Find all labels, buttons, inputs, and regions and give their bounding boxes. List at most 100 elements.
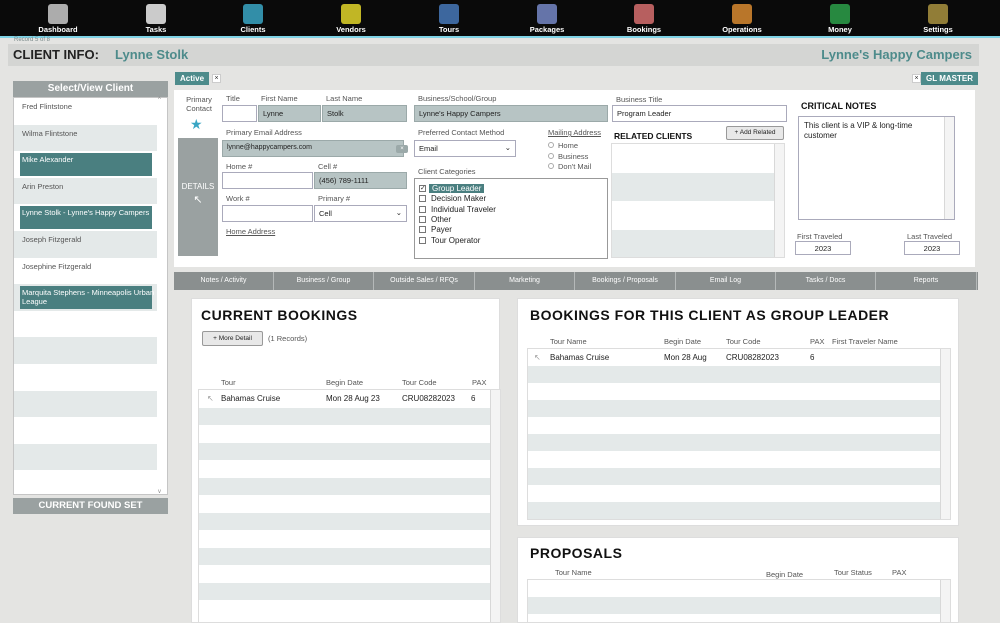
- email-clear-icon[interactable]: ×: [396, 145, 408, 153]
- proposals-grid[interactable]: [527, 579, 951, 623]
- table-row[interactable]: [528, 434, 950, 451]
- table-row[interactable]: ↖ Bahamas Cruise Mon 28 Aug CRU08282023 6: [528, 349, 950, 366]
- client-list[interactable]: Fred Flintstone Wilma Flintstone Mike Alex…: [13, 97, 168, 495]
- nav-money[interactable]: Money: [802, 0, 878, 36]
- list-item[interactable]: Josephine Fitzgerald: [14, 258, 157, 285]
- table-row[interactable]: [528, 451, 950, 468]
- gl-master-badge[interactable]: GL MASTER: [921, 72, 978, 85]
- business-title-field[interactable]: Program Leader: [612, 105, 787, 122]
- category-checkbox[interactable]: [419, 205, 426, 213]
- work-phone-field[interactable]: [222, 205, 313, 222]
- category-checkbox[interactable]: ✓: [419, 185, 426, 192]
- list-item[interactable]: [14, 417, 157, 444]
- related-scrollbar[interactable]: [774, 144, 784, 257]
- list-item[interactable]: [14, 311, 157, 338]
- list-item[interactable]: [14, 364, 157, 391]
- last-traveled-field[interactable]: 2023: [904, 241, 960, 255]
- table-row[interactable]: ↖ Bahamas Cruise Mon 28 Aug 23 CRU08282023 6: [199, 390, 500, 407]
- grid-scrollbar[interactable]: [940, 580, 950, 622]
- tab-marketing[interactable]: Marketing: [475, 272, 575, 290]
- category-checkbox[interactable]: [419, 236, 426, 244]
- nav-bookings[interactable]: Bookings: [606, 0, 682, 36]
- list-item[interactable]: [612, 173, 784, 201]
- critical-notes-field[interactable]: This client is a VIP & long-time custome…: [798, 116, 955, 220]
- nav-operations[interactable]: Operations: [704, 0, 780, 36]
- pointer-icon[interactable]: ↖: [207, 394, 214, 403]
- table-row[interactable]: [199, 460, 500, 477]
- group-leader-grid[interactable]: ↖ Bahamas Cruise Mon 28 Aug CRU08282023 6: [527, 348, 951, 520]
- clear-status-icon[interactable]: ×: [212, 74, 221, 83]
- tab-outside-sales-rfqs[interactable]: Outside Sales / RFQs: [374, 272, 475, 290]
- last-name-field[interactable]: Stolk: [322, 105, 407, 122]
- tab-business-group[interactable]: Business / Group: [274, 272, 374, 290]
- grid-scrollbar[interactable]: [940, 349, 950, 519]
- nav-tasks[interactable]: Tasks: [118, 0, 194, 36]
- primary-phone-select[interactable]: Cell ⌄: [314, 205, 407, 222]
- add-related-button[interactable]: + Add Related: [726, 126, 784, 140]
- table-row[interactable]: [199, 407, 500, 425]
- tab-tasks-docs[interactable]: Tasks / Docs: [776, 272, 876, 290]
- table-row[interactable]: [528, 468, 950, 485]
- star-icon[interactable]: ★: [190, 116, 203, 133]
- business-field[interactable]: Lynne's Happy Campers: [414, 105, 608, 122]
- home-phone-field[interactable]: [222, 172, 313, 189]
- category-checkbox[interactable]: [419, 226, 426, 234]
- mailing-radio[interactable]: [548, 163, 554, 169]
- list-item[interactable]: Joseph Fitzgerald: [14, 231, 157, 258]
- tab-email-log[interactable]: Email Log: [676, 272, 776, 290]
- nav-settings[interactable]: Settings: [900, 0, 976, 36]
- table-row[interactable]: [528, 366, 950, 383]
- details-button[interactable]: DETAILS ↖: [178, 138, 218, 256]
- status-badge[interactable]: Active: [175, 72, 210, 85]
- tab-bookings-proposals[interactable]: Bookings / Proposals: [575, 272, 676, 290]
- clear-gl-master-icon[interactable]: ×: [912, 74, 921, 83]
- cell-phone-field[interactable]: (456) 789-1111: [314, 172, 407, 189]
- list-item[interactable]: [612, 201, 784, 230]
- mailing-radio[interactable]: [548, 152, 554, 159]
- more-detail-button[interactable]: + More Detail: [202, 331, 263, 346]
- table-row[interactable]: [199, 565, 500, 582]
- table-row[interactable]: [199, 530, 500, 547]
- nav-vendors[interactable]: Vendors: [313, 0, 389, 36]
- table-row[interactable]: [199, 442, 500, 460]
- first-name-field[interactable]: Lynne: [258, 105, 321, 122]
- nav-clients[interactable]: Clients: [215, 0, 291, 36]
- table-row[interactable]: [528, 502, 950, 519]
- nav-tours[interactable]: Tours: [411, 0, 487, 36]
- current-bookings-grid[interactable]: ↖ Bahamas Cruise Mon 28 Aug 23 CRU08282023 6: [198, 389, 501, 623]
- table-row[interactable]: [528, 597, 950, 614]
- list-item[interactable]: Fred Flintstone: [14, 98, 157, 125]
- list-item[interactable]: [14, 337, 157, 364]
- table-row[interactable]: [199, 582, 500, 600]
- list-item[interactable]: [612, 144, 784, 173]
- preferred-contact-select[interactable]: Email ⌄: [414, 140, 516, 157]
- notes-scrollbar[interactable]: [944, 117, 954, 219]
- tab-notes-activity[interactable]: Notes / Activity: [174, 272, 274, 290]
- pointer-icon[interactable]: ↖: [534, 353, 541, 362]
- email-field[interactable]: lynne@happycampers.com: [222, 140, 404, 157]
- list-item[interactable]: [612, 230, 784, 257]
- list-item[interactable]: [14, 470, 157, 494]
- list-item[interactable]: Wilma Flintstone: [14, 124, 157, 152]
- client-list-scrollbar[interactable]: ^ v: [155, 97, 167, 495]
- list-item[interactable]: [14, 443, 157, 471]
- first-traveled-field[interactable]: 2023: [795, 241, 851, 255]
- home-address-link[interactable]: Home Address: [226, 227, 275, 236]
- table-row[interactable]: [528, 417, 950, 434]
- mailing-address-link[interactable]: Mailing Address: [548, 128, 601, 137]
- list-item[interactable]: Lynne Stolk - Lynne's Happy Campers: [14, 204, 157, 231]
- title-field[interactable]: [222, 105, 257, 122]
- list-item[interactable]: Marquita Stephens - Minneapolis Urban Le…: [14, 284, 157, 311]
- table-row[interactable]: [199, 547, 500, 565]
- list-item[interactable]: Mike Alexander: [14, 151, 157, 178]
- table-row[interactable]: [199, 512, 500, 530]
- table-row[interactable]: [199, 600, 500, 617]
- related-clients-list[interactable]: [611, 143, 785, 258]
- table-row[interactable]: [528, 400, 950, 417]
- list-item[interactable]: [14, 390, 157, 418]
- list-item[interactable]: Arin Preston: [14, 177, 157, 205]
- grid-scrollbar[interactable]: [490, 390, 500, 622]
- nav-dashboard[interactable]: Dashboard: [20, 0, 96, 36]
- category-checkbox[interactable]: [419, 195, 426, 203]
- tab-reports[interactable]: Reports: [876, 272, 977, 290]
